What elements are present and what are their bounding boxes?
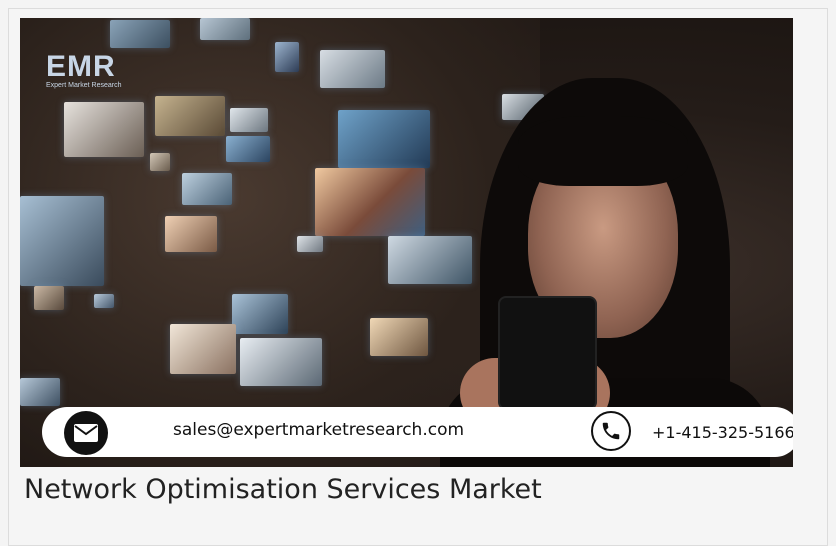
- media-thumbnail: [200, 18, 250, 40]
- media-thumbnail: [165, 216, 217, 252]
- media-thumbnail: [182, 173, 232, 205]
- contact-bar: sales@expertmarketresearch.com +1-415-32…: [42, 407, 793, 457]
- mail-icon[interactable]: [64, 411, 108, 455]
- media-thumbnail: [170, 324, 236, 374]
- media-thumbnail: [232, 294, 288, 334]
- media-thumbnail: [338, 110, 430, 168]
- woman-with-phone: [440, 58, 793, 467]
- media-thumbnail: [20, 196, 104, 286]
- media-thumbnail: [94, 294, 114, 308]
- media-thumbnail: [110, 20, 170, 48]
- email-link[interactable]: sales@expertmarketresearch.com: [173, 420, 464, 440]
- smartphone: [500, 298, 595, 408]
- media-thumbnail: [315, 168, 425, 236]
- media-thumbnail: [150, 153, 170, 171]
- media-thumbnail: [230, 108, 268, 132]
- media-thumbnail: [20, 378, 60, 406]
- media-thumbnail: [34, 286, 64, 310]
- media-thumbnail: [320, 50, 385, 88]
- media-thumbnail: [275, 42, 299, 72]
- media-thumbnail: [64, 102, 144, 157]
- media-thumbnail: [240, 338, 322, 386]
- hero-image[interactable]: EMR Expert Market Research sales@expertm…: [20, 18, 793, 467]
- phone-icon[interactable]: [591, 411, 631, 451]
- phone-number[interactable]: +1-415-325-5166: [652, 423, 793, 442]
- media-thumbnail: [155, 96, 225, 136]
- page-title: Network Optimisation Services Market: [24, 474, 542, 505]
- media-thumbnail: [370, 318, 428, 356]
- bangs: [518, 116, 688, 186]
- logo-subtext: Expert Market Research: [46, 82, 122, 89]
- media-thumbnail: [297, 236, 323, 252]
- emr-logo[interactable]: EMR Expert Market Research: [46, 52, 138, 98]
- media-thumbnail: [226, 136, 270, 162]
- logo-text: EMR: [46, 50, 116, 83]
